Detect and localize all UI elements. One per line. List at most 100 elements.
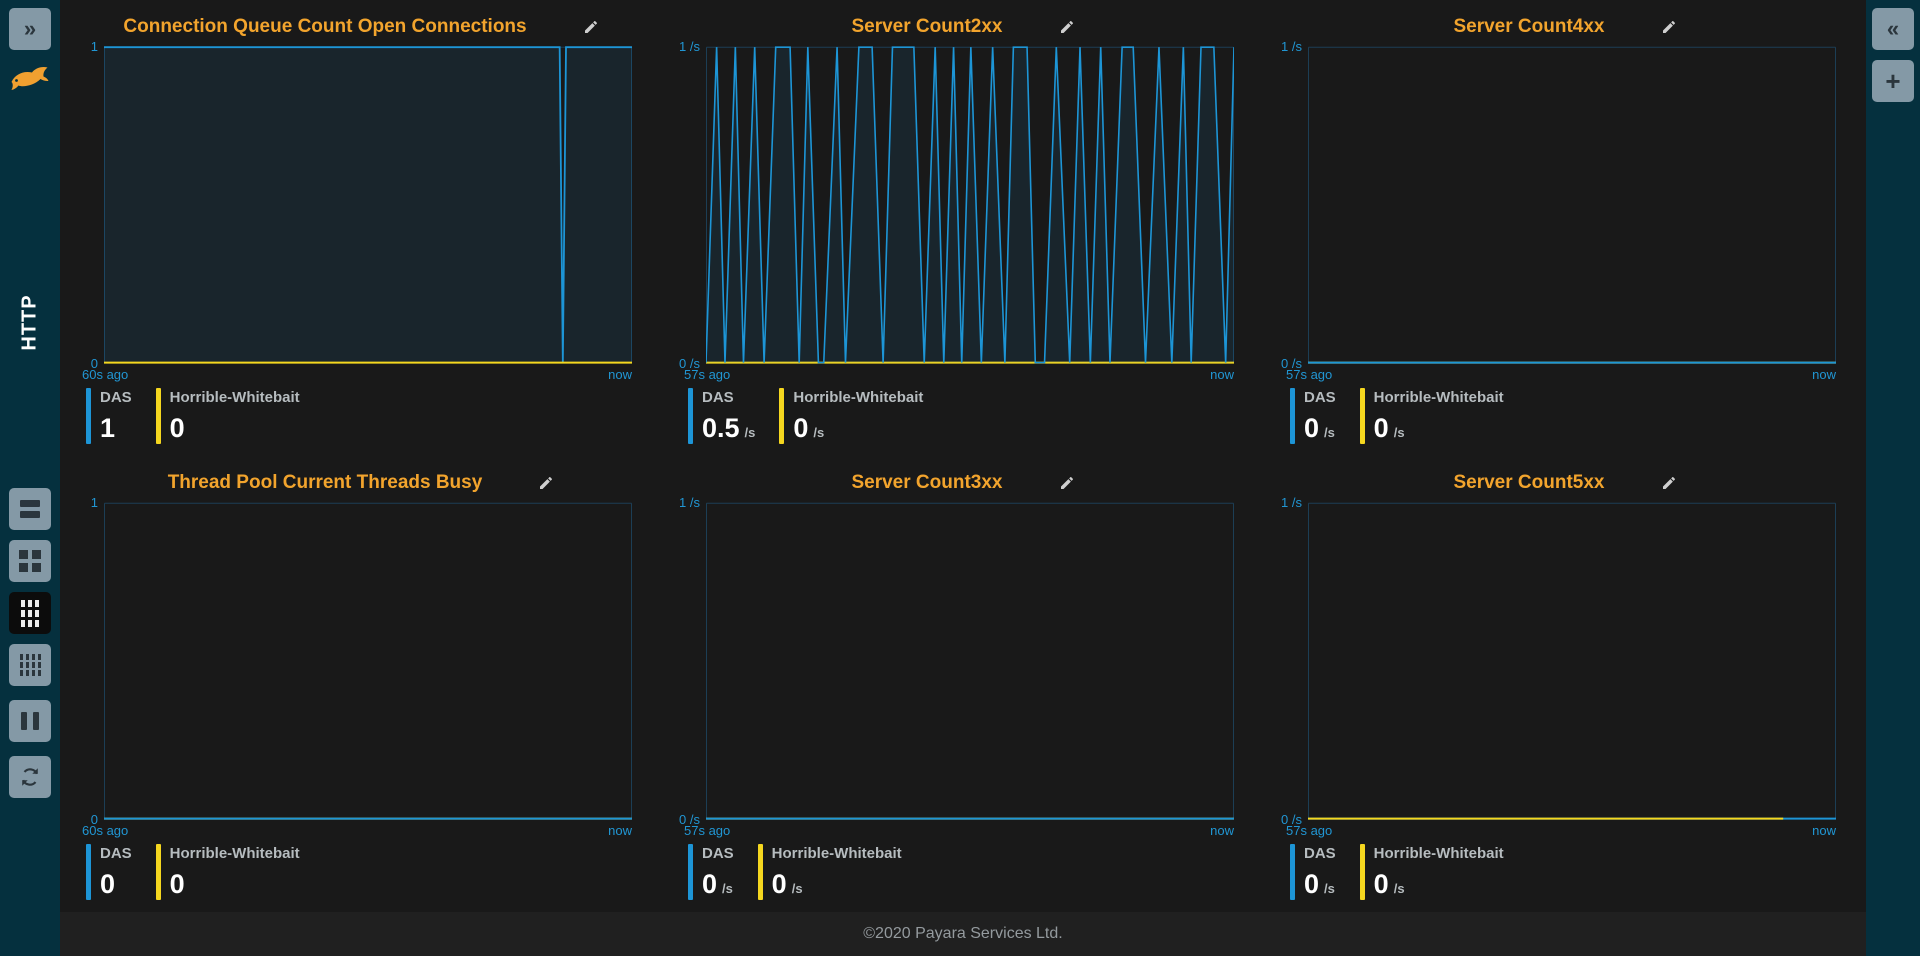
x-axis-start-label: 60s ago: [82, 367, 128, 385]
x-axis-end-label: now: [1812, 823, 1836, 841]
legend-color-bar: [156, 388, 161, 444]
legend-item: DAS 0: [86, 844, 132, 900]
legend-series-name: Horrible-Whitebait: [793, 389, 923, 406]
legend-series-value: 0: [702, 871, 717, 899]
grid-4col-icon: [20, 654, 41, 676]
y-axis-max-label: 1 /s: [1281, 495, 1302, 510]
legend-series-unit: /s: [1394, 425, 1405, 440]
x-axis-end-label: now: [608, 823, 632, 841]
payara-logo: [10, 63, 50, 98]
legend-color-bar: [1290, 844, 1295, 900]
edit-pencil-icon[interactable]: [538, 475, 554, 491]
legend-series-name: Horrible-Whitebait: [170, 845, 300, 862]
legend-series-unit: /s: [722, 881, 733, 896]
legend-item: Horrible-Whitebait 0: [156, 388, 300, 444]
legend-series-value: 0.5: [702, 415, 740, 443]
line-chart: [1308, 46, 1836, 364]
legend-color-bar: [1360, 844, 1365, 900]
copyright-text: ©2020 Payara Services Ltd.: [863, 925, 1062, 943]
refresh-icon: [19, 766, 41, 788]
legend-series-value: 0: [100, 871, 115, 899]
chart-legend: DAS 1 Horrible-Whitebait 0: [86, 388, 662, 444]
y-axis-max-label: 1 /s: [679, 39, 700, 54]
chart-panel-connection-queue: Connection Queue Count Open Connections …: [60, 0, 662, 456]
legend-series-unit: /s: [813, 425, 824, 440]
edit-pencil-icon[interactable]: [1661, 475, 1677, 491]
plus-icon: +: [1885, 68, 1900, 94]
pause-button[interactable]: [9, 700, 51, 742]
panel-header: Server Count3xx: [662, 464, 1264, 502]
panel-header: Server Count2xx: [662, 8, 1264, 46]
sidebar-expand-button[interactable]: »: [9, 8, 51, 50]
layout-2col-button[interactable]: [9, 540, 51, 582]
y-axis-max-label: 1: [91, 495, 98, 510]
legend-series-value: 1: [100, 415, 115, 443]
legend-item: DAS 1: [86, 388, 132, 444]
legend-series-value: 0: [1304, 871, 1319, 899]
page-group-label: HTTP: [0, 272, 60, 372]
layout-rows-button[interactable]: [9, 488, 51, 530]
legend-color-bar: [758, 844, 763, 900]
x-axis-labels: 57s ago now: [1286, 823, 1836, 841]
chart-plot-region: 1 0: [60, 46, 662, 364]
add-chart-button[interactable]: +: [1872, 60, 1914, 102]
y-axis-min-label: 0 /s: [1281, 812, 1302, 827]
edit-pencil-icon[interactable]: [1059, 475, 1075, 491]
x-axis-start-label: 60s ago: [82, 823, 128, 841]
chart-legend: DAS 0/s Horrible-Whitebait 0/s: [1290, 844, 1866, 900]
legend-item: DAS 0/s: [688, 844, 734, 900]
legend-series-unit: /s: [792, 881, 803, 896]
legend-item: Horrible-Whitebait 0/s: [1360, 844, 1504, 900]
panel-header: Connection Queue Count Open Connections: [60, 8, 662, 46]
legend-series-name: DAS: [100, 845, 132, 862]
x-axis-end-label: now: [1210, 823, 1234, 841]
layout-3col-button[interactable]: [9, 592, 51, 634]
chart-plot-region: 1 /s 0 /s: [1264, 502, 1866, 820]
legend-series-unit: /s: [1324, 881, 1335, 896]
legend-color-bar: [688, 388, 693, 444]
pause-icon: [21, 712, 39, 730]
legend-series-name: DAS: [1304, 845, 1336, 862]
x-axis-end-label: now: [608, 367, 632, 385]
refresh-button[interactable]: [9, 756, 51, 798]
legend-series-unit: /s: [1394, 881, 1405, 896]
legend-series-name: Horrible-Whitebait: [170, 389, 300, 406]
legend-item: DAS 0/s: [1290, 388, 1336, 444]
chart-plot-region: 1 /s 0 /s: [1264, 46, 1866, 364]
line-chart: [706, 46, 1234, 364]
line-chart: [104, 502, 632, 820]
legend-color-bar: [86, 388, 91, 444]
chart-title: Server Count3xx: [851, 472, 1002, 494]
chart-title: Server Count5xx: [1453, 472, 1604, 494]
edit-pencil-icon[interactable]: [1059, 19, 1075, 35]
legend-series-value: 0: [1374, 415, 1389, 443]
y-axis-min-label: 0: [91, 812, 98, 827]
edit-pencil-icon[interactable]: [1661, 19, 1677, 35]
legend-series-unit: /s: [745, 425, 756, 440]
x-axis-end-label: now: [1210, 367, 1234, 385]
legend-item: Horrible-Whitebait 0/s: [758, 844, 902, 900]
chart-legend: DAS 0 Horrible-Whitebait 0: [86, 844, 662, 900]
legend-series-name: DAS: [100, 389, 132, 406]
footer: ©2020 Payara Services Ltd.: [60, 912, 1866, 956]
edit-pencil-icon[interactable]: [583, 19, 599, 35]
x-axis-labels: 57s ago now: [684, 823, 1234, 841]
chart-panel-thread-pool: Thread Pool Current Threads Busy 1 0 60s…: [60, 456, 662, 912]
legend-item: DAS 0/s: [1290, 844, 1336, 900]
chart-title: Connection Queue Count Open Connections: [123, 16, 526, 38]
legend-series-value: 0: [793, 415, 808, 443]
x-axis-labels: 57s ago now: [1286, 367, 1836, 385]
x-axis-labels: 60s ago now: [82, 367, 632, 385]
legend-color-bar: [86, 844, 91, 900]
legend-color-bar: [156, 844, 161, 900]
legend-series-name: Horrible-Whitebait: [1374, 845, 1504, 862]
legend-item: Horrible-Whitebait 0/s: [1360, 388, 1504, 444]
layout-4col-button[interactable]: [9, 644, 51, 686]
y-axis-max-label: 1: [91, 39, 98, 54]
legend-series-unit: /s: [1324, 425, 1335, 440]
y-axis-min-label: 0: [91, 356, 98, 371]
grid-3col-icon: [21, 600, 39, 627]
chart-title: Server Count2xx: [851, 16, 1002, 38]
y-axis-max-label: 1 /s: [679, 495, 700, 510]
panel-collapse-button[interactable]: «: [1872, 8, 1914, 50]
